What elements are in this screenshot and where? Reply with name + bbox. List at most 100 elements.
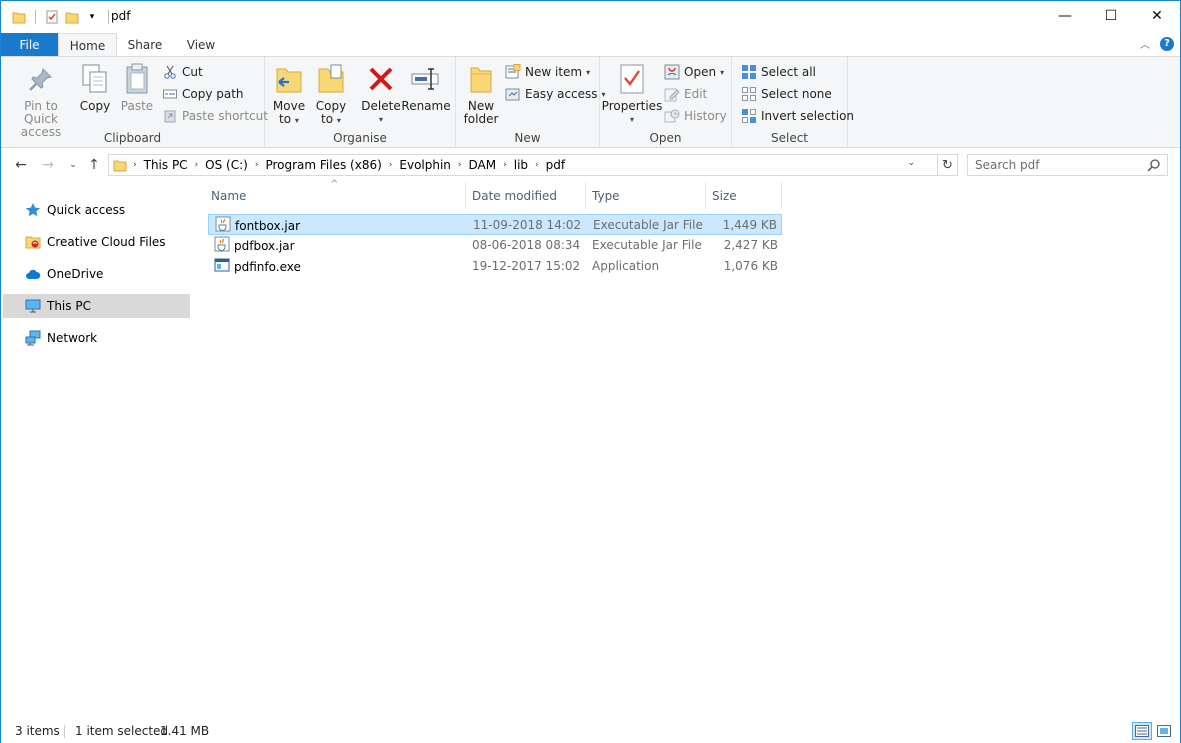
column-header-name[interactable]: Name	[205, 182, 466, 209]
select-group: Select all Select none Invert selection …	[732, 57, 854, 148]
clipboard-group: Pin to Quick access Copy Paste Cut Copy …	[1, 57, 268, 148]
easy-access-icon	[505, 86, 521, 102]
details-view-icon[interactable]	[1132, 722, 1152, 740]
item-count: 3 items	[15, 724, 60, 738]
properties-check-icon[interactable]	[42, 7, 62, 27]
edit-pencil-icon	[664, 86, 680, 102]
cloud-icon	[25, 266, 41, 282]
breadcrumb-item[interactable]: DAM	[464, 158, 502, 172]
clipboard-group-label: Clipboard	[103, 131, 162, 145]
cc-folder-icon	[25, 234, 41, 250]
tab-share[interactable]: Share	[121, 33, 169, 56]
breadcrumb-chevron-icon[interactable]: ›	[501, 160, 509, 170]
organise-group: Move to ▾ Copy to ▾ Delete ▾ Rename Orga…	[265, 57, 456, 148]
properties-button[interactable]: Properties ▾	[602, 61, 662, 126]
navigation-pane: Quick access Creative Cloud Files OneDri…	[1, 182, 191, 719]
paste-shortcut-icon	[162, 108, 178, 124]
nav-item-onedrive[interactable]: OneDrive	[3, 262, 190, 286]
address-history-dropdown-icon[interactable]: ⌄	[907, 158, 915, 168]
selection-size: 1.41 MB	[160, 724, 210, 738]
search-input[interactable]: Search pdf	[967, 154, 1168, 176]
breadcrumb-item[interactable]: Evolphin	[394, 158, 456, 172]
move-to-button[interactable]: Move to ▾	[273, 61, 305, 127]
breadcrumb-chevron-icon[interactable]: ›	[131, 160, 139, 170]
rename-button[interactable]: Rename	[401, 61, 451, 113]
nav-item-creative-cloud-files[interactable]: Creative Cloud Files	[3, 230, 190, 254]
file-list: ^ Name Date modified Type Size fontbox.j…	[192, 179, 1180, 719]
up-arrow-icon[interactable]: ↑	[85, 156, 103, 174]
back-arrow-icon[interactable]: ←	[12, 156, 30, 174]
selection-count: 1 item selected	[75, 724, 169, 738]
window-title: pdf	[111, 9, 131, 23]
customize-qat-dropdown-icon[interactable]: ▾	[82, 7, 102, 27]
open-icon	[664, 64, 680, 80]
new-folder-icon	[465, 61, 497, 97]
cut-button[interactable]: Cut	[162, 62, 203, 82]
breadcrumb-chevron-icon[interactable]: ›	[456, 160, 464, 170]
maximize-button[interactable]: ☐	[1088, 1, 1134, 31]
close-button[interactable]: ✕	[1134, 1, 1180, 31]
ribbon: Pin to Quick access Copy Paste Cut Copy …	[1, 56, 1180, 148]
breadcrumb-chevron-icon[interactable]: ›	[533, 160, 541, 170]
delete-button[interactable]: Delete ▾	[361, 61, 401, 126]
status-bar: 3 items 1 item selected 1.41 MB	[1, 719, 1180, 743]
file-row[interactable]: fontbox.jar 11-09-2018 14:02 Executable …	[208, 214, 782, 235]
paste-button[interactable]: Paste	[118, 61, 156, 113]
select-all-icon	[741, 64, 757, 80]
quick-access-toolbar: ▾	[9, 7, 115, 27]
organise-group-label: Organise	[333, 131, 387, 145]
invert-selection-button[interactable]: Invert selection	[741, 106, 854, 126]
select-all-button[interactable]: Select all	[741, 62, 816, 82]
breadcrumb-chevron-icon[interactable]: ›	[193, 160, 201, 170]
new-item-icon	[505, 64, 521, 80]
breadcrumb-item[interactable]: This PC	[139, 158, 193, 172]
select-none-button[interactable]: Select none	[741, 84, 832, 104]
nav-item-network[interactable]: Network	[3, 326, 190, 350]
history-button[interactable]: History	[664, 106, 727, 126]
copy-path-icon	[162, 86, 178, 102]
easy-access-button[interactable]: Easy access ▾	[505, 84, 606, 104]
jar-icon	[214, 236, 230, 255]
new-item-button[interactable]: New item ▾	[505, 62, 590, 82]
help-icon[interactable]: ?	[1160, 36, 1174, 51]
copy-to-button[interactable]: Copy to ▾	[315, 61, 347, 127]
new-group-label: New	[514, 131, 541, 145]
nav-item-this-pc[interactable]: This PC	[3, 294, 190, 318]
pin-to-quick-access-button[interactable]: Pin to Quick access	[7, 61, 75, 139]
invert-selection-icon	[741, 108, 757, 124]
tab-file[interactable]: File	[1, 33, 58, 56]
column-header-size[interactable]: Size	[706, 182, 782, 209]
edit-button[interactable]: Edit	[664, 84, 707, 104]
file-row[interactable]: pdfinfo.exe 19-12-2017 15:02 Application…	[208, 256, 782, 277]
select-group-label: Select	[770, 131, 809, 145]
collapse-ribbon-icon[interactable]: ︿	[1140, 36, 1150, 51]
tab-view[interactable]: View	[179, 33, 223, 56]
breadcrumb-chevron-icon[interactable]: ›	[387, 160, 395, 170]
breadcrumb-item[interactable]: OS (C:)	[200, 158, 253, 172]
breadcrumb-chevron-icon[interactable]: ›	[253, 160, 261, 170]
copy-button[interactable]: Copy	[77, 61, 113, 113]
minimize-button[interactable]: —	[1042, 1, 1088, 31]
column-header-type[interactable]: Type	[586, 182, 706, 209]
large-icons-view-icon[interactable]	[1154, 722, 1174, 740]
paste-shortcut-button[interactable]: Paste shortcut	[162, 106, 268, 126]
folder-icon[interactable]	[9, 7, 29, 27]
refresh-icon[interactable]: ↻	[938, 154, 958, 176]
explorer-window: ▾ pdf — ☐ ✕ File Home Share View ︿ ? Pin…	[0, 0, 1181, 743]
breadcrumb-item[interactable]: lib	[509, 158, 533, 172]
breadcrumb-item[interactable]: pdf	[541, 158, 570, 172]
new-folder-icon[interactable]	[62, 7, 82, 27]
delete-x-icon	[365, 61, 397, 97]
copy-path-button[interactable]: Copy path	[162, 84, 244, 104]
forward-arrow-icon[interactable]: →	[39, 156, 57, 174]
tab-home[interactable]: Home	[58, 33, 117, 57]
recent-locations-chevron-icon[interactable]: ⌄	[64, 156, 82, 174]
computer-icon	[25, 298, 41, 314]
nav-item-quick-access[interactable]: Quick access	[3, 198, 190, 222]
open-button[interactable]: Open ▾	[664, 62, 724, 82]
new-folder-button[interactable]: New folder	[464, 61, 498, 126]
file-row[interactable]: pdfbox.jar 08-06-2018 08:34 Executable J…	[208, 235, 782, 256]
address-bar[interactable]: › This PC › OS (C:) › Program Files (x86) › Evo…	[108, 154, 938, 176]
breadcrumb-item[interactable]: Program Files (x86)	[260, 158, 386, 172]
column-header-date-modified[interactable]: Date modified	[466, 182, 586, 209]
